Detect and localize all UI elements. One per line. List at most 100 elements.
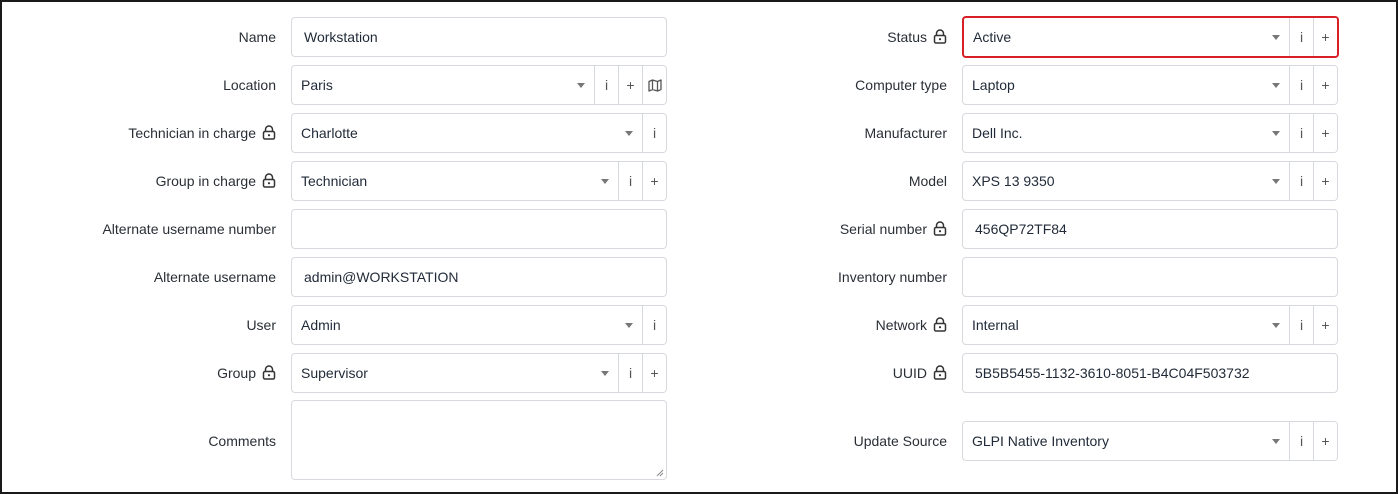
- status-label: Status: [702, 17, 947, 57]
- technician-field[interactable]: Charlotte i: [291, 113, 667, 153]
- status-select[interactable]: Active: [964, 18, 1289, 56]
- location-label: Location: [223, 77, 276, 93]
- manufacturer-field[interactable]: Dell Inc. i +: [962, 113, 1338, 153]
- uuid-label: UUID: [702, 353, 947, 393]
- technician-info-button[interactable]: i: [642, 114, 666, 152]
- inventory-number-input[interactable]: [963, 258, 1337, 296]
- update-source-field[interactable]: GLPI Native Inventory i +: [962, 421, 1338, 461]
- name-input[interactable]: [292, 18, 666, 56]
- info-icon: i: [1299, 29, 1304, 45]
- plus-icon: +: [1321, 77, 1330, 93]
- info-icon: i: [628, 365, 633, 381]
- network-select[interactable]: Internal: [963, 306, 1289, 344]
- model-add-button[interactable]: +: [1313, 162, 1337, 200]
- info-icon: i: [604, 77, 609, 93]
- plus-icon: +: [1321, 317, 1330, 333]
- info-icon: i: [652, 125, 657, 141]
- lock-icon: [262, 172, 276, 188]
- inventory-number-label: Inventory number: [838, 269, 947, 285]
- plus-icon: +: [650, 365, 659, 381]
- network-field[interactable]: Internal i +: [962, 305, 1338, 345]
- alt-username-number-input[interactable]: [292, 210, 666, 248]
- plus-icon: +: [626, 77, 635, 93]
- technician-select[interactable]: Charlotte: [292, 114, 642, 152]
- chevron-down-icon: [577, 82, 585, 88]
- status-info-button[interactable]: i: [1289, 18, 1313, 56]
- update-source-label: Update Source: [853, 433, 947, 449]
- group-label: Group: [22, 353, 276, 393]
- plus-icon: +: [1321, 125, 1330, 141]
- user-label: User: [246, 317, 276, 333]
- computer-type-add-button[interactable]: +: [1313, 66, 1337, 104]
- technician-label: Technician in charge: [22, 113, 276, 153]
- model-label: Model: [908, 173, 947, 189]
- group-add-button[interactable]: +: [642, 354, 666, 392]
- computer-type-field[interactable]: Laptop i +: [962, 65, 1338, 105]
- location-add-button[interactable]: +: [618, 66, 642, 104]
- info-icon: i: [1299, 77, 1304, 93]
- user-select[interactable]: Admin: [292, 306, 642, 344]
- location-info-button[interactable]: i: [594, 66, 618, 104]
- network-info-button[interactable]: i: [1289, 306, 1313, 344]
- resize-handle-icon[interactable]: [655, 468, 664, 477]
- uuid-input[interactable]: [963, 354, 1337, 392]
- serial-number-field[interactable]: [962, 209, 1338, 249]
- comments-textarea[interactable]: [291, 400, 667, 480]
- update-source-add-button[interactable]: +: [1313, 422, 1337, 460]
- location-field[interactable]: Paris i +: [291, 65, 667, 105]
- lock-icon: [933, 316, 947, 332]
- name-field[interactable]: [291, 17, 667, 57]
- chevron-down-icon: [625, 130, 633, 136]
- alt-username-field[interactable]: [291, 257, 667, 297]
- status-field[interactable]: Active i +: [962, 16, 1339, 58]
- group-in-charge-label: Group in charge: [22, 161, 276, 201]
- info-icon: i: [1299, 125, 1304, 141]
- network-add-button[interactable]: +: [1313, 306, 1337, 344]
- alt-username-number-field[interactable]: [291, 209, 667, 249]
- alt-username-number-label: Alternate username number: [102, 221, 276, 237]
- plus-icon: +: [1321, 29, 1330, 45]
- location-select[interactable]: Paris: [292, 66, 594, 104]
- user-field[interactable]: Admin i: [291, 305, 667, 345]
- model-info-button[interactable]: i: [1289, 162, 1313, 200]
- group-in-charge-field[interactable]: Technician i +: [291, 161, 667, 201]
- user-info-button[interactable]: i: [642, 306, 666, 344]
- lock-icon: [933, 28, 947, 44]
- model-field[interactable]: XPS 13 9350 i +: [962, 161, 1338, 201]
- info-icon: i: [628, 173, 633, 189]
- manufacturer-info-button[interactable]: i: [1289, 114, 1313, 152]
- lock-icon: [262, 124, 276, 140]
- update-source-select[interactable]: GLPI Native Inventory: [963, 422, 1289, 460]
- group-info-button[interactable]: i: [618, 354, 642, 392]
- group-in-charge-add-button[interactable]: +: [642, 162, 666, 200]
- status-add-button[interactable]: +: [1313, 18, 1337, 56]
- location-map-button[interactable]: [642, 66, 666, 104]
- group-in-charge-info-button[interactable]: i: [618, 162, 642, 200]
- group-in-charge-select[interactable]: Technician: [292, 162, 618, 200]
- manufacturer-add-button[interactable]: +: [1313, 114, 1337, 152]
- group-field[interactable]: Supervisor i +: [291, 353, 667, 393]
- map-icon: [647, 78, 662, 92]
- alt-username-label: Alternate username: [153, 269, 276, 285]
- name-label: Name: [238, 29, 276, 45]
- computer-type-info-button[interactable]: i: [1289, 66, 1313, 104]
- chevron-down-icon: [1272, 34, 1280, 40]
- info-icon: i: [1299, 173, 1304, 189]
- lock-icon: [933, 364, 947, 380]
- inventory-number-field[interactable]: [962, 257, 1338, 297]
- group-select[interactable]: Supervisor: [292, 354, 618, 392]
- computer-type-select[interactable]: Laptop: [963, 66, 1289, 104]
- computer-form: Name Location Paris i + Technician in ch…: [0, 0, 1398, 494]
- chevron-down-icon: [601, 178, 609, 184]
- alt-username-input[interactable]: [292, 258, 666, 296]
- info-icon: i: [652, 317, 657, 333]
- uuid-field[interactable]: [962, 353, 1338, 393]
- serial-number-input[interactable]: [963, 210, 1337, 248]
- info-icon: i: [1299, 433, 1304, 449]
- plus-icon: +: [1321, 173, 1330, 189]
- lock-icon: [262, 364, 276, 380]
- model-select[interactable]: XPS 13 9350: [963, 162, 1289, 200]
- manufacturer-select[interactable]: Dell Inc.: [963, 114, 1289, 152]
- update-source-info-button[interactable]: i: [1289, 422, 1313, 460]
- chevron-down-icon: [1272, 130, 1280, 136]
